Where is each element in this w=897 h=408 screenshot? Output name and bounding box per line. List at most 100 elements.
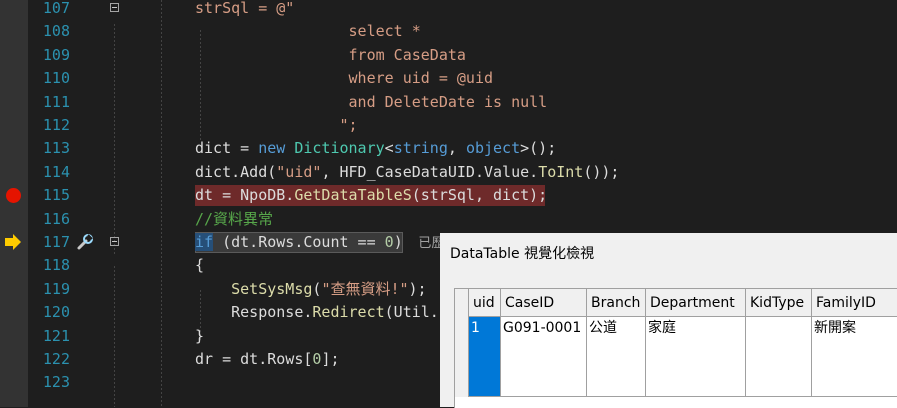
line-number: 114 xyxy=(42,162,70,181)
line-number: 116 xyxy=(42,209,70,228)
code-token: "uid" xyxy=(276,162,322,181)
code-token: select * xyxy=(195,22,421,41)
code-text[interactable]: //資料異常 xyxy=(195,208,273,231)
code-token: new xyxy=(258,139,295,158)
line-number: 111 xyxy=(42,92,70,111)
code-token: Response. xyxy=(195,303,313,322)
code-token: object xyxy=(465,139,521,158)
code-token: dict.Add( xyxy=(195,162,277,181)
code-line[interactable]: 114 dict.Add("uid", HFD_CaseDataUID.Value… xyxy=(0,161,897,184)
code-text[interactable]: where uid = @uid xyxy=(195,67,494,90)
grid-cell-caseid[interactable]: G091-0001 xyxy=(501,317,587,397)
code-token: strSql = @" xyxy=(195,0,295,17)
grid-cell-familyid[interactable]: 新開案 xyxy=(812,317,897,397)
line-number: 120 xyxy=(42,303,70,322)
code-token: "查無資料!" xyxy=(321,279,409,298)
column-header-kidtype[interactable]: KidType xyxy=(746,289,812,317)
code-text[interactable]: { xyxy=(195,254,204,277)
code-token: (strSql, dict); xyxy=(411,186,548,205)
grid-cell-kidtype[interactable] xyxy=(746,317,812,397)
line-number: 113 xyxy=(42,139,70,158)
code-line[interactable]: 110 where uid = @uid xyxy=(0,67,897,90)
code-text[interactable]: dr = dt.Rows[0]; xyxy=(195,348,340,371)
code-token: from CaseData xyxy=(195,45,466,64)
code-token: (Util.I xyxy=(384,303,448,322)
row-header-column[interactable] xyxy=(455,289,469,397)
code-token: dt = NpoDB. xyxy=(195,186,295,205)
line-number: 107 xyxy=(42,0,70,17)
code-line[interactable]: 107 strSql = @" xyxy=(0,0,897,20)
column-header-branch[interactable]: Branch xyxy=(587,289,646,317)
code-token: , HFD_CaseDataUID.Value. xyxy=(321,162,539,181)
line-number: 119 xyxy=(42,279,70,298)
collapse-minus-icon[interactable] xyxy=(110,237,119,246)
code-token: and DeleteDate is null xyxy=(195,92,548,111)
code-text[interactable]: if (dt.Rows.Count == 0) 已歷 xyxy=(195,231,444,255)
code-token: ) xyxy=(393,233,403,251)
code-token: "; xyxy=(195,116,358,134)
line-number: 118 xyxy=(42,256,70,275)
grid-cell-branch[interactable]: 公道 xyxy=(587,317,646,397)
code-text[interactable]: select * xyxy=(195,20,421,43)
code-token: , xyxy=(447,139,466,158)
line-number: 112 xyxy=(42,116,70,134)
code-line[interactable]: 109 from CaseData xyxy=(0,44,897,67)
code-text[interactable]: "; xyxy=(195,114,358,137)
grid-cell-department[interactable]: 家庭 xyxy=(646,317,746,397)
code-line[interactable]: 116 //資料異常 xyxy=(0,208,897,231)
code-text[interactable]: Response.Redirect(Util.I xyxy=(195,301,448,324)
code-token: ]; xyxy=(321,350,340,368)
code-text[interactable]: dict = new Dictionary<string, object>(); xyxy=(195,137,556,160)
datatable-grid[interactable]: uid 1 CaseID G091-0001 Branch 公道 Department 家庭 K… xyxy=(454,288,897,408)
line-number: 115 xyxy=(42,186,70,205)
code-token: < xyxy=(384,139,394,158)
code-text[interactable]: } xyxy=(195,325,204,348)
code-text[interactable]: and DeleteDate is null xyxy=(195,91,548,114)
wrench-icon[interactable] xyxy=(76,233,94,251)
code-token: } xyxy=(195,326,205,345)
code-line[interactable]: 113 dict = new Dictionary<string, object>… xyxy=(0,137,897,160)
code-token: where uid = @uid xyxy=(195,69,494,88)
code-text[interactable]: from CaseData xyxy=(195,44,466,67)
code-token: dr = dt.Rows[ xyxy=(195,350,313,368)
code-token: Redirect xyxy=(312,303,385,322)
code-token: ()); xyxy=(583,162,620,181)
code-text[interactable]: strSql = @" xyxy=(195,0,294,20)
code-line[interactable]: 115 dt = NpoDB.GetDataTableS(strSql, dict… xyxy=(0,184,897,207)
line-number: 108 xyxy=(42,22,70,41)
code-token: ); xyxy=(408,279,427,298)
line-number: 110 xyxy=(42,69,70,88)
code-token: string xyxy=(393,139,448,158)
elapsed-time-hint: 已歷 xyxy=(402,236,445,251)
code-token: 0 xyxy=(384,233,394,251)
code-token: Dictionary xyxy=(294,139,385,158)
breakpoint-icon[interactable] xyxy=(6,188,21,204)
code-text[interactable]: dict.Add("uid", HFD_CaseDataUID.Value.To… xyxy=(195,161,619,184)
code-token: (dt.Rows.Count == xyxy=(213,233,385,251)
visualizer-title: DataTable 視覺化檢視 xyxy=(450,246,595,262)
column-header-familyid[interactable]: FamilyID xyxy=(812,289,897,317)
code-line[interactable]: 112 "; xyxy=(0,114,897,137)
code-token: GetDataTableS xyxy=(294,186,412,205)
code-token: dict = xyxy=(195,139,259,158)
datatable-visualizer-window[interactable]: DataTable 視覺化檢視 uid 1 CaseID G091-0001 Branc… xyxy=(440,233,897,408)
code-text[interactable]: dt = NpoDB.GetDataTableS(strSql, dict); xyxy=(195,184,547,207)
column-header-uid[interactable]: uid xyxy=(469,289,501,317)
line-number: 109 xyxy=(42,45,70,64)
collapse-minus-icon[interactable] xyxy=(110,3,119,12)
code-token: if xyxy=(195,233,214,251)
column-header-caseid[interactable]: CaseID xyxy=(501,289,587,317)
line-number: 121 xyxy=(42,326,70,345)
line-number: 122 xyxy=(42,350,70,368)
code-line[interactable]: 111 and DeleteDate is null xyxy=(0,91,897,114)
code-token: { xyxy=(195,256,205,275)
column-header-department[interactable]: Department xyxy=(646,289,746,317)
code-token: ToInt xyxy=(538,162,584,181)
code-token: SetSysMsg xyxy=(231,279,313,298)
line-number: 123 xyxy=(42,373,70,392)
code-token: >(); xyxy=(520,139,557,158)
code-line[interactable]: 108 select * xyxy=(0,20,897,43)
grid-cell-uid[interactable]: 1 xyxy=(469,317,501,397)
code-text[interactable]: SetSysMsg("查無資料!"); xyxy=(195,278,427,301)
